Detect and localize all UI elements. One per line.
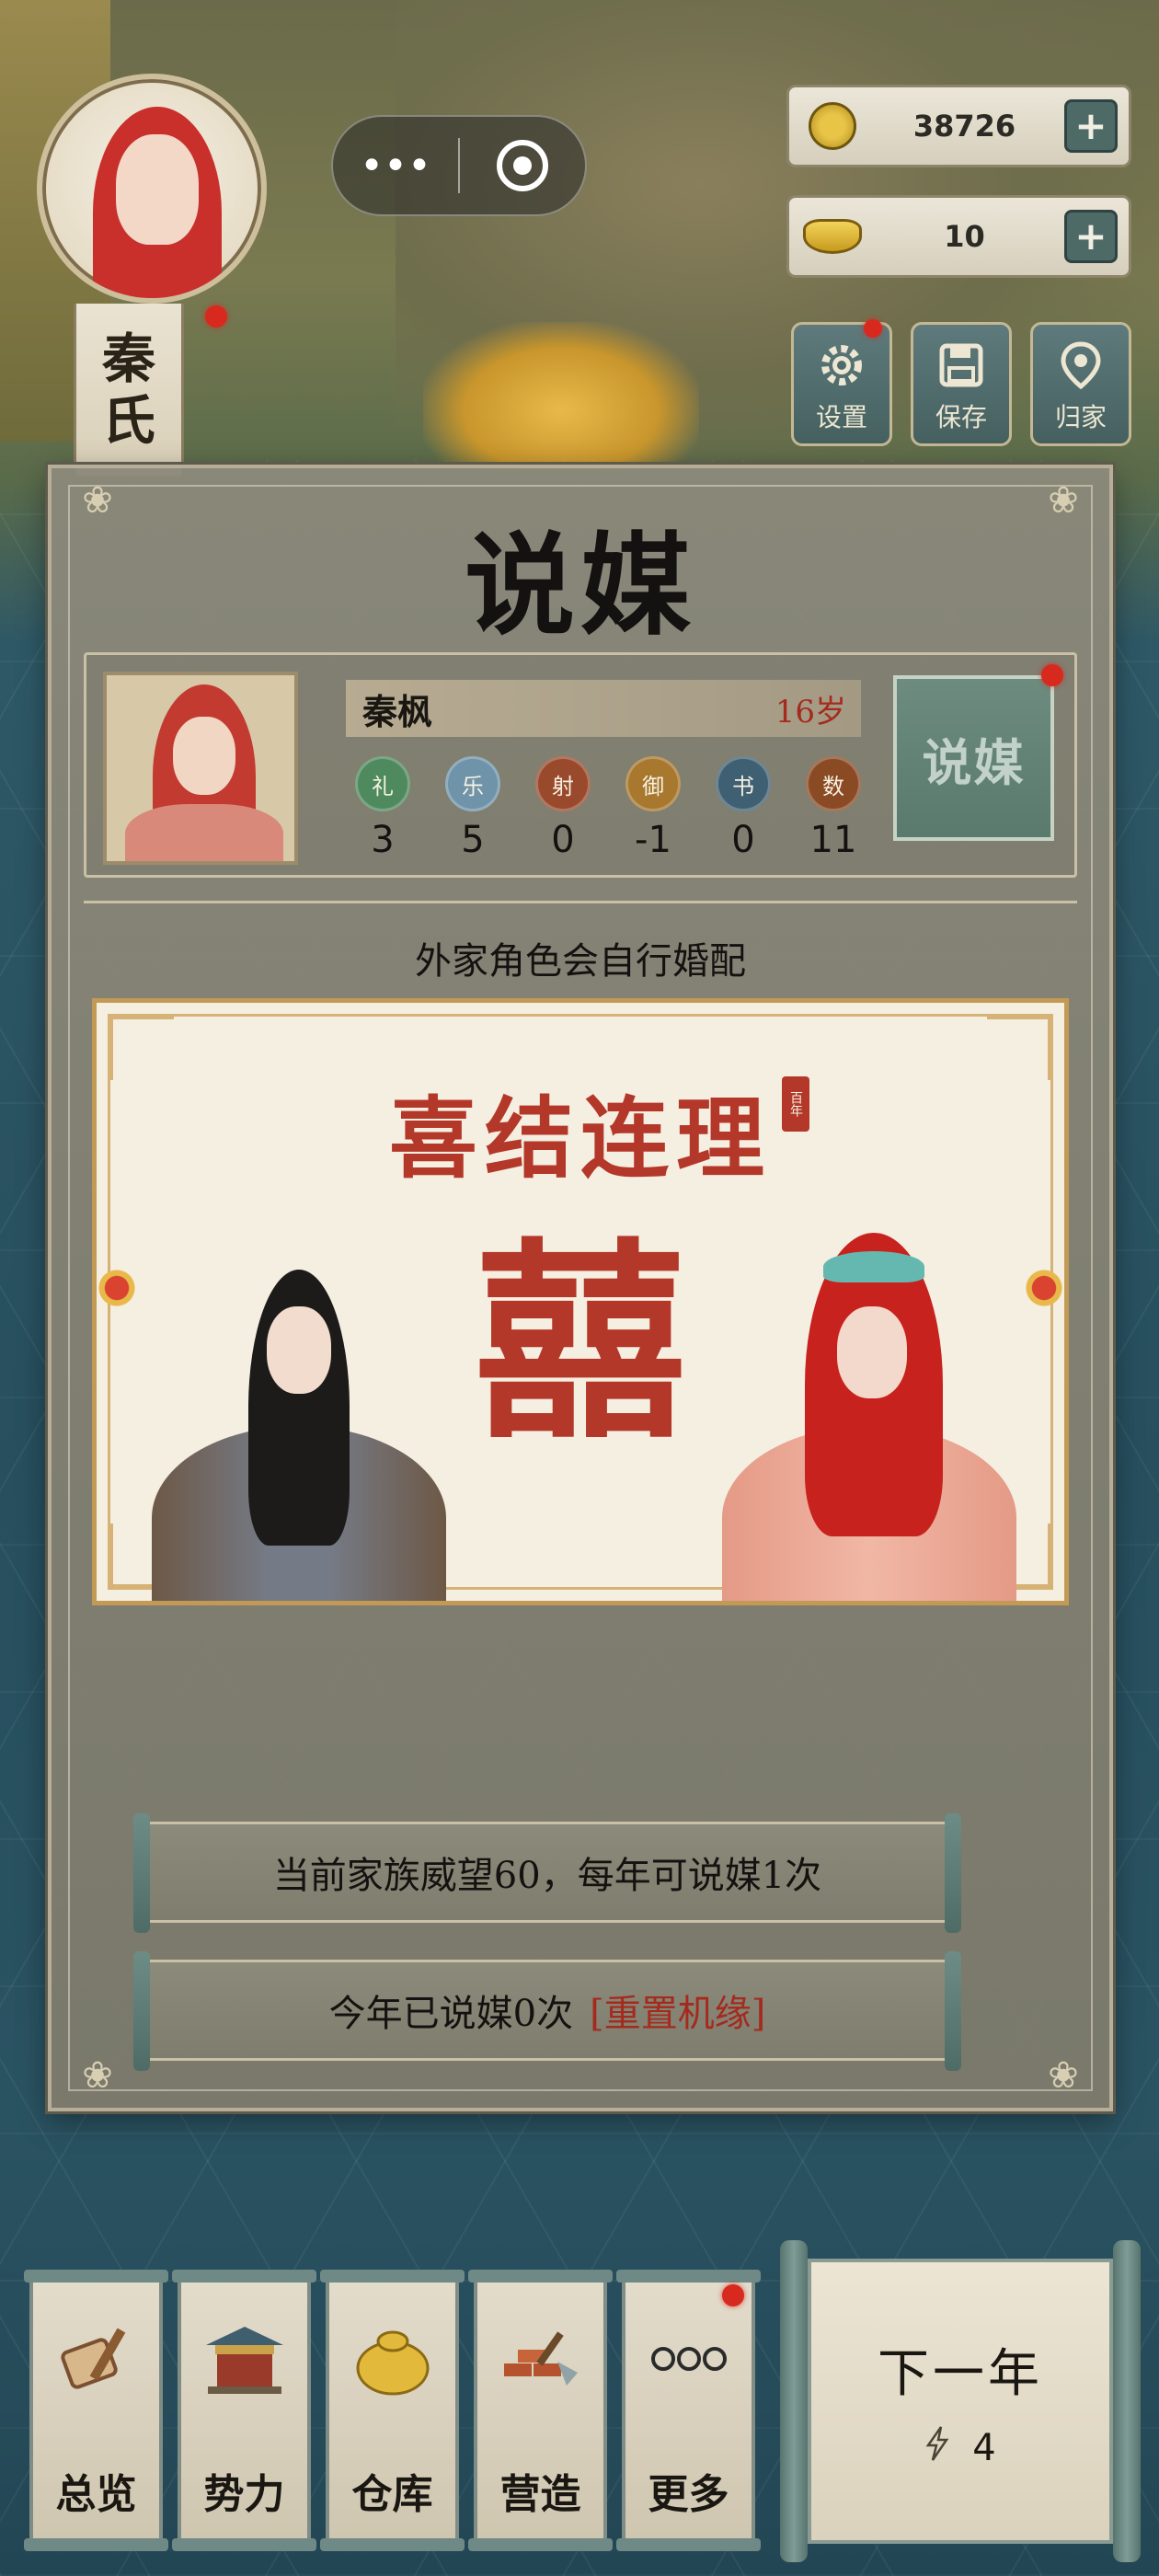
settings-label: 设置: [815, 402, 867, 432]
gold-resource-bar: 10 +: [786, 195, 1131, 278]
attribute-yue-badge: 乐: [445, 756, 500, 811]
candidate-age: 16岁: [775, 693, 846, 730]
groom-face: [267, 1306, 331, 1394]
next-year-button[interactable]: 下一年 4: [780, 2240, 1141, 2562]
nav-more[interactable]: 更多: [616, 2270, 761, 2551]
nav-overview-label: 总览: [55, 2471, 137, 2518]
add-gold-button[interactable]: +: [1064, 210, 1118, 263]
attribute-shu-badge: 书: [716, 756, 771, 811]
attribute-yu-badge: 御: [625, 756, 681, 811]
lightning-icon: [924, 2425, 950, 2471]
nav-factions[interactable]: 势力: [172, 2270, 316, 2551]
nav-construction[interactable]: 营造: [468, 2270, 613, 2551]
gear-icon: [817, 340, 866, 390]
bricks-trowel-icon: [495, 2313, 587, 2405]
nav-warehouse[interactable]: 仓库: [320, 2270, 465, 2551]
more-menu-button[interactable]: •••: [333, 117, 458, 214]
reset-fate-link[interactable]: [重置机缘]: [590, 1984, 765, 2037]
attribute-shu-math: 数 11: [797, 756, 870, 867]
character-name-line2: 氏: [101, 388, 155, 452]
pavilion-icon: [199, 2313, 291, 2405]
attribute-li-value: 3: [371, 819, 395, 861]
candidate-portrait[interactable]: [103, 672, 298, 865]
more-dots-icon: •••: [360, 142, 431, 190]
energy-counter: 4: [924, 2425, 996, 2471]
bride-illustration: [722, 1233, 1016, 1601]
notification-dot: [722, 2284, 744, 2306]
portrait-robe: [125, 804, 283, 861]
next-year-scroll-body: 下一年 4: [808, 2259, 1113, 2544]
target-circle-icon: [497, 140, 548, 191]
attribute-shu-value: 0: [731, 819, 755, 861]
attribute-shu: 书 0: [706, 756, 780, 867]
attribute-li-badge: 礼: [355, 756, 410, 811]
miniprogram-capsule[interactable]: •••: [331, 115, 587, 216]
save-label: 保存: [935, 402, 987, 432]
attribute-she: 射 0: [526, 756, 600, 867]
info-text: 外家角色会自行婚配: [415, 940, 746, 983]
candidate-panel: 秦枫 16岁 礼 3 乐 5 射 0 御 -1 书 0 数 11 说媒: [84, 652, 1077, 878]
portrait-face: [173, 717, 235, 795]
more-dots-icon: [643, 2313, 735, 2405]
save-button[interactable]: 保存: [911, 322, 1012, 446]
candidate-attributes: 礼 3 乐 5 射 0 御 -1 书 0 数 11: [346, 756, 870, 867]
scroll-rod: [780, 2240, 808, 2562]
nav-warehouse-label: 仓库: [351, 2471, 433, 2518]
candidate-name-bar: 秦枫 16岁: [346, 680, 861, 737]
prestige-text: 当前家族威望60，每年可说媒1次: [272, 1855, 822, 1897]
gold-ingot-icon: [800, 204, 865, 269]
current-character-card[interactable]: 秦 氏: [37, 74, 267, 478]
gold-amount: 10: [944, 219, 985, 254]
nav-more-label: 更多: [648, 2471, 729, 2518]
wedding-title: 喜结连理: [389, 1087, 772, 1190]
attribute-li: 礼 3: [346, 756, 419, 867]
sack-icon: [347, 2313, 439, 2405]
notification-dot: [1041, 664, 1063, 686]
character-name-tab[interactable]: 秦 氏: [74, 304, 184, 478]
attribute-yue-value: 5: [461, 819, 485, 861]
go-home-label: 归家: [1054, 402, 1107, 432]
prestige-info-bar: 当前家族威望60，每年可说媒1次: [133, 1813, 961, 1933]
attribute-she-value: 0: [551, 819, 575, 861]
nav-overview[interactable]: 总览: [24, 2270, 168, 2551]
used-count-text: 今年已说媒0次: [328, 1993, 574, 2035]
matchmaking-count-bar: 今年已说媒0次 [重置机缘]: [133, 1951, 961, 2071]
next-year-label: 下一年: [878, 2343, 1043, 2404]
groom-illustration: [152, 1242, 446, 1601]
notification-dot: [205, 305, 227, 328]
character-name-line1: 秦: [101, 327, 155, 390]
close-miniprogram-button[interactable]: [460, 117, 585, 214]
coin-icon: [800, 94, 865, 158]
notification-dot: [864, 319, 882, 338]
bride-crown: [823, 1251, 924, 1282]
matchmake-button[interactable]: 说媒: [893, 675, 1054, 841]
coin-amount: 38726: [912, 109, 1016, 144]
wedding-illustration: 喜结连理 百年 囍: [92, 998, 1069, 1605]
attribute-yue: 乐 5: [436, 756, 510, 867]
map-pin-icon: [1056, 340, 1106, 390]
dialog-title: 说媒: [465, 521, 696, 650]
attribute-yu-value: -1: [635, 819, 671, 861]
portrait-face: [116, 134, 199, 245]
settings-button[interactable]: 设置: [791, 319, 892, 446]
attribute-shu-math-badge: 数: [806, 756, 861, 811]
scroll-brush-icon: [51, 2313, 143, 2405]
energy-value: 4: [972, 2426, 996, 2469]
go-home-button[interactable]: 归家: [1030, 322, 1131, 446]
attribute-she-badge: 射: [535, 756, 591, 811]
coin-resource-bar: 38726 +: [786, 85, 1131, 167]
bride-face: [837, 1306, 907, 1398]
nav-construction-label: 营造: [499, 2471, 581, 2518]
candidate-name: 秦枫: [362, 691, 433, 732]
attribute-shu-math-value: 11: [809, 819, 857, 861]
scroll-rod: [1113, 2240, 1141, 2562]
attribute-yu: 御 -1: [616, 756, 690, 867]
nav-factions-label: 势力: [203, 2471, 285, 2518]
add-coin-button[interactable]: +: [1064, 99, 1118, 153]
wedding-seal: 百年: [782, 1076, 809, 1132]
floppy-icon: [936, 340, 986, 390]
character-portrait[interactable]: [37, 74, 267, 304]
golden-tree: [423, 322, 699, 469]
